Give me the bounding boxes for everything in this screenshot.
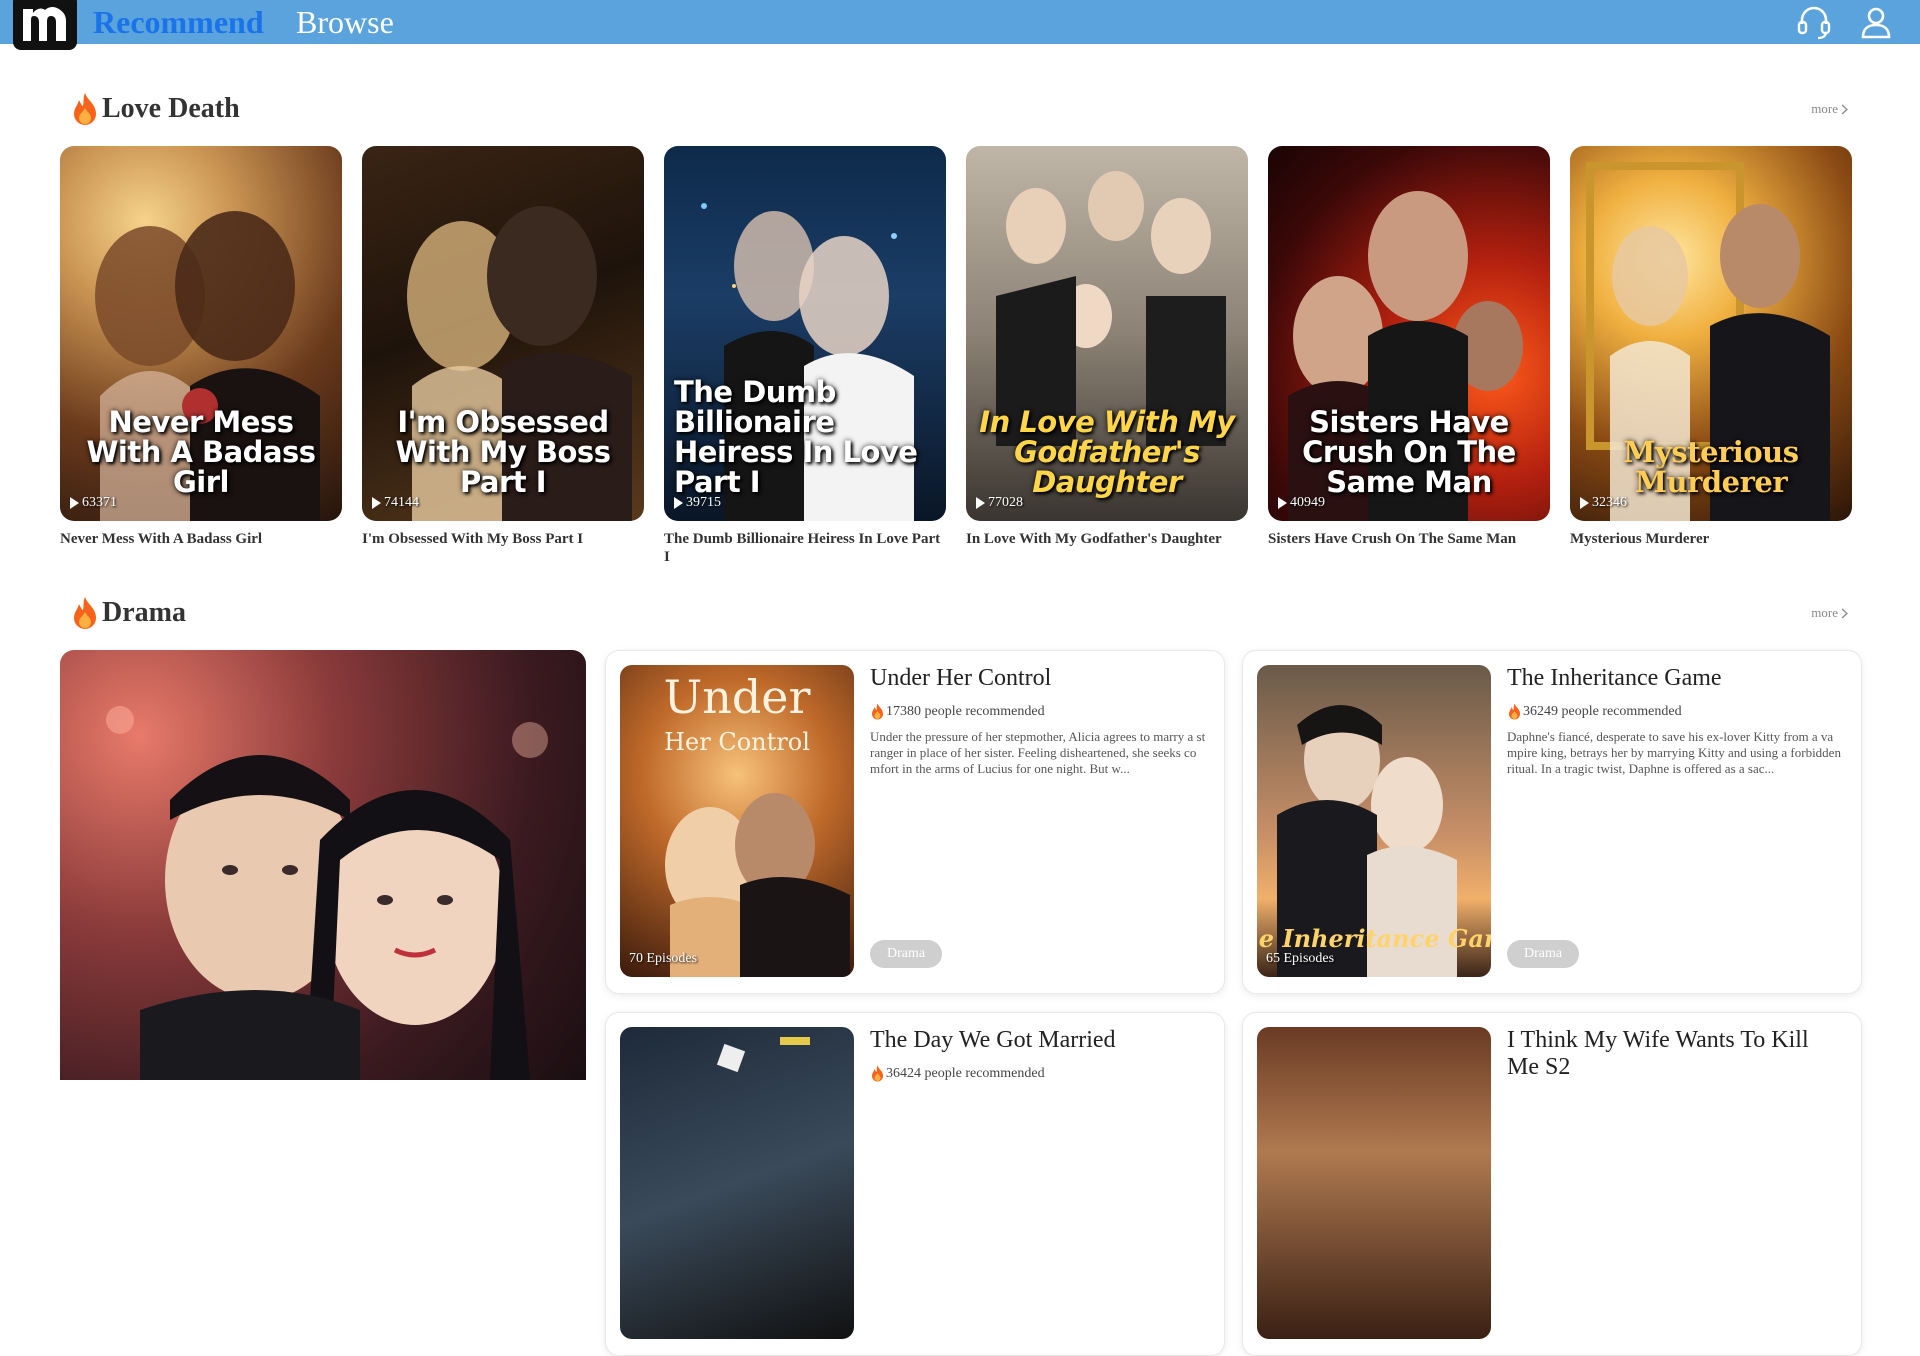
drama-card[interactable]: In Love With My Godfather's Daughter 770… [966, 146, 1248, 548]
drama-card[interactable]: Mysterious Murderer 32346 Mysterious Mur… [1570, 146, 1852, 548]
play-count-value: 32346 [1592, 495, 1627, 510]
poster-image: Under Her Control 70 Episodes [620, 665, 854, 977]
play-count-value: 74144 [384, 495, 419, 510]
fire-icon [1509, 703, 1520, 720]
recommend-count: 36249 people recommended [1507, 703, 1682, 720]
play-icon [1580, 497, 1589, 509]
play-count-value: 40949 [1290, 495, 1325, 510]
more-label: more [1811, 101, 1838, 116]
section-title-text: Love Death [102, 93, 240, 124]
poster-title: Never Mess With A Badass Girl [86, 405, 316, 499]
card-title: Sisters Have Crush On The Same Man [1268, 531, 1517, 547]
fire-icon [872, 1065, 883, 1082]
section-title-text: Drama [102, 597, 186, 628]
drama-list-card[interactable]: I Think My Wife Wants To Kill Me S2 [1242, 1012, 1862, 1356]
user-icon[interactable] [1858, 4, 1894, 40]
genre-tag[interactable]: Drama [870, 940, 943, 968]
more-link-love-death[interactable]: more [1811, 101, 1848, 117]
chevron-right-icon [1841, 104, 1848, 114]
svg-text:The Inheritance Game: The Inheritance Game [1257, 924, 1491, 953]
play-count-value: 77028 [988, 495, 1023, 510]
drama-list-card[interactable]: Under Her Control 70 Episodes Under Her … [605, 650, 1225, 994]
poster-image: The Inheritance Game 65 Episodes [1257, 665, 1491, 977]
drama-title: Under Her Control [870, 665, 1052, 691]
play-icon [372, 497, 381, 509]
play-count: 39715 [674, 495, 721, 511]
drama-title: The Day We Got Married [870, 1027, 1116, 1053]
poster-image: I'm Obsessed With My Boss Part I 74144 [362, 146, 644, 521]
play-count: 77028 [976, 495, 1023, 511]
svg-text:Her Control: Her Control [664, 728, 810, 756]
poster-image: Never Mess With A Badass Girl 63371 [60, 146, 342, 521]
poster-image [1257, 1027, 1491, 1339]
fire-icon [74, 597, 96, 629]
genre-tag[interactable]: Drama [1507, 940, 1580, 968]
drama-description: Under the pressure of her stepmother, Al… [870, 729, 1206, 776]
section-title-love-death: Love Death [70, 92, 240, 126]
fire-icon [872, 703, 883, 720]
play-count-value: 39715 [686, 495, 721, 510]
recommend-count: 36424 people recommended [870, 1065, 1045, 1082]
drama-card[interactable]: I'm Obsessed With My Boss Part I 74144 I… [362, 146, 644, 548]
play-count: 32346 [1580, 495, 1627, 511]
poster-image: The Dumb Billionaire Heiress In Love Par… [664, 146, 946, 521]
card-title: In Love With My Godfather's Daughter [966, 531, 1222, 547]
poster-title: In Love With My Godfather's Daughter [979, 405, 1235, 499]
love-death-row: Never Mess With A Badass Girl 63371 Neve… [60, 146, 1860, 566]
drama-list-card[interactable]: The Day We Got Married 36424 people reco… [605, 1012, 1225, 1356]
svg-text:Under: Under [663, 670, 810, 724]
recommend-text: 36424 people recommended [886, 1065, 1045, 1081]
poster-title: Mysterious Murderer [1623, 435, 1799, 499]
section-title-drama: Drama [70, 596, 186, 630]
featured-poster[interactable] [60, 650, 586, 1080]
poster-title: I'm Obsessed With My Boss Part I [395, 405, 611, 499]
poster-image: Sisters Have Crush On The Same Man 40949 [1268, 146, 1550, 521]
episode-count: 70 Episodes [629, 951, 698, 966]
more-label: more [1811, 605, 1838, 620]
play-icon [70, 497, 79, 509]
poster-title: The Dumb Billionaire Heiress In Love Par… [674, 375, 918, 499]
recommend-count: 17380 people recommended [870, 703, 1045, 720]
card-title: The Dumb Billionaire Heiress In Love Par… [664, 531, 941, 565]
play-icon [1278, 497, 1287, 509]
drama-title: The Inheritance Game [1507, 665, 1722, 691]
play-count: 63371 [70, 495, 117, 511]
poster-image: Mysterious Murderer 32346 [1570, 146, 1852, 521]
drama-title: I Think My Wife Wants To Kill Me S2 [1507, 1027, 1809, 1080]
poster-title: Sisters Have Crush On The Same Man [1302, 405, 1516, 499]
play-count: 40949 [1278, 495, 1325, 511]
tab-recommend[interactable]: Recommend [93, 3, 264, 41]
play-count-value: 63371 [82, 495, 117, 510]
tab-browse[interactable]: Browse [296, 3, 394, 41]
poster-image: In Love With My Godfather's Daughter 770… [966, 146, 1248, 521]
drama-list-card[interactable]: The Inheritance Game 65 Episodes The Inh… [1242, 650, 1862, 994]
drama-card[interactable]: Sisters Have Crush On The Same Man 40949… [1268, 146, 1550, 548]
headset-icon[interactable] [1796, 4, 1832, 40]
recommend-text: 17380 people recommended [886, 703, 1045, 719]
play-icon [674, 497, 683, 509]
drama-description: Daphne's fiancé, desperate to save his e… [1507, 729, 1841, 776]
card-title: I'm Obsessed With My Boss Part I [362, 531, 584, 547]
top-nav-bar: Recommend Browse [0, 0, 1920, 50]
recommend-text: 36249 people recommended [1523, 703, 1682, 719]
app-logo[interactable] [13, 0, 77, 50]
play-count: 74144 [372, 495, 419, 511]
play-icon [976, 497, 985, 509]
poster-image [620, 1027, 854, 1339]
chevron-right-icon [1841, 608, 1848, 618]
card-title: Mysterious Murderer [1570, 531, 1710, 547]
logo-m-icon [23, 6, 66, 42]
more-link-drama[interactable]: more [1811, 605, 1848, 621]
card-title: Never Mess With A Badass Girl [60, 531, 263, 547]
fire-icon [74, 93, 96, 125]
drama-card[interactable]: Never Mess With A Badass Girl 63371 Neve… [60, 146, 342, 548]
episode-count: 65 Episodes [1266, 951, 1335, 966]
drama-card[interactable]: The Dumb Billionaire Heiress In Love Par… [664, 146, 946, 566]
